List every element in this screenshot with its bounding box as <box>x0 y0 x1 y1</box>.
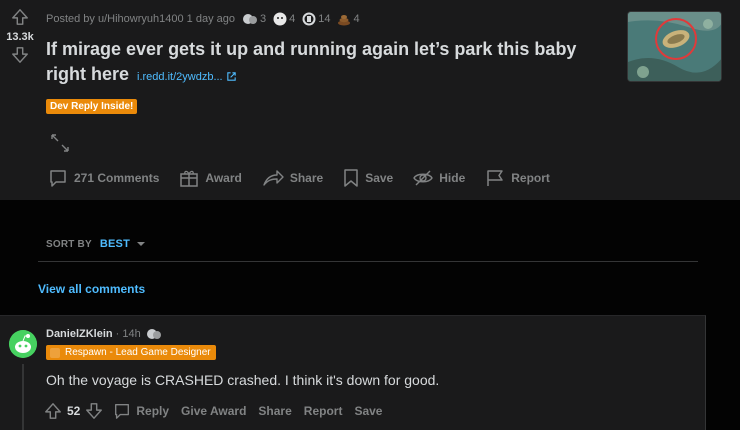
gift-icon <box>180 170 199 187</box>
give-award-button[interactable]: Give Award <box>181 404 246 418</box>
view-all-comments-link[interactable]: View all comments <box>38 282 145 296</box>
post-thumbnail[interactable] <box>627 11 722 82</box>
comment-author[interactable]: DanielZKlein <box>46 328 113 340</box>
award-silver[interactable]: 14 <box>302 12 330 26</box>
chevron-down-icon <box>137 242 145 246</box>
respawn-icon <box>50 347 60 358</box>
save-button[interactable]: Save <box>343 168 393 188</box>
helpful-award-icon[interactable] <box>146 327 162 341</box>
thumbnail-image <box>628 12 721 81</box>
share-button[interactable]: Share <box>262 168 323 188</box>
sort-control[interactable]: SORT BY BEST <box>46 238 146 250</box>
share-icon <box>263 170 284 186</box>
post-title[interactable]: If mirage ever gets it up and running ag… <box>46 37 616 90</box>
vote-column: 13.3k <box>0 8 40 64</box>
post-link[interactable]: i.redd.it/2ywdzb... <box>137 71 237 83</box>
downvote-icon[interactable] <box>11 46 29 64</box>
user-flair: Respawn - Lead Game Designer <box>46 345 216 360</box>
sort-value[interactable]: BEST <box>100 238 146 250</box>
report-button[interactable]: Report <box>485 168 550 188</box>
save-button[interactable]: Save <box>354 404 382 418</box>
poop-award-icon <box>338 15 351 26</box>
posted-by[interactable]: Posted by u/Hihowryuh1400 <box>46 13 184 25</box>
comment-meta: DanielZKlein · 14h <box>46 327 162 341</box>
award-poop[interactable]: 4 <box>337 12 360 26</box>
sort-label: SORT BY <box>46 238 92 250</box>
comment-icon <box>50 170 66 187</box>
external-link-icon <box>226 72 236 81</box>
snoo-avatar-icon <box>9 330 37 358</box>
bookmark-icon <box>344 169 358 187</box>
post-actions: 271 Comments Award Share Save Hide Repor… <box>48 168 570 188</box>
reply-button[interactable]: Reply <box>113 402 169 420</box>
wholesome-award-icon <box>273 12 287 26</box>
downvote-icon[interactable] <box>85 402 103 420</box>
award-button[interactable]: Award <box>179 168 242 188</box>
upvote-icon[interactable] <box>11 8 29 26</box>
comment-body: Oh the voyage is CRASHED crashed. I thin… <box>46 372 440 388</box>
divider <box>38 261 698 262</box>
hide-button[interactable]: Hide <box>413 168 465 188</box>
thread-line[interactable] <box>22 364 24 430</box>
silver-award-icon <box>302 12 316 26</box>
post-time: 1 day ago <box>186 13 235 25</box>
share-button[interactable]: Share <box>258 404 291 418</box>
comment: DanielZKlein · 14h Respawn - Lead Game D… <box>0 315 706 430</box>
upvote-icon[interactable] <box>44 402 62 420</box>
post-meta: Posted by u/Hihowryuh1400 1 day ago 3 4 … <box>46 12 360 26</box>
comment-actions: 52 Reply Give Award Share Report Save <box>44 402 394 420</box>
post-card: 13.3k Posted by u/Hihowryuh1400 1 day ag… <box>0 0 740 200</box>
flag-icon <box>487 170 503 186</box>
award-helpful[interactable]: 3 <box>242 12 266 26</box>
avatar[interactable] <box>9 330 37 358</box>
post-score: 13.3k <box>6 31 34 43</box>
report-button[interactable]: Report <box>304 404 343 418</box>
expand-icon[interactable] <box>50 133 70 153</box>
post-flair[interactable]: Dev Reply Inside! <box>46 99 138 114</box>
eye-slash-icon <box>413 170 434 186</box>
helpful-award-icon <box>242 14 257 24</box>
comment-time: · 14h <box>115 328 141 340</box>
comment-icon <box>115 404 130 419</box>
comment-score: 52 <box>67 404 81 418</box>
award-wholesome[interactable]: 4 <box>273 12 295 26</box>
comments-button[interactable]: 271 Comments <box>48 168 159 188</box>
